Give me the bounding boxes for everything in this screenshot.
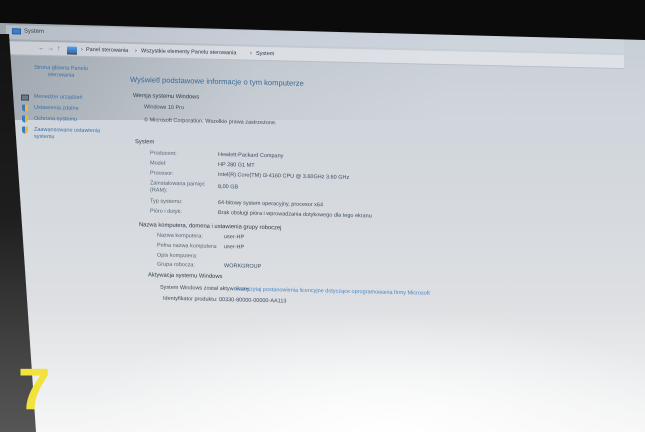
- ram-label: Zainstalowana pamięć (RAM):: [150, 180, 205, 194]
- breadcrumb-system[interactable]: System: [256, 51, 274, 58]
- manufacturer-label: Producent:: [150, 150, 177, 158]
- workgroup-label: Grupa robocza:: [157, 261, 195, 269]
- up-arrow-icon[interactable]: ↑: [57, 45, 61, 52]
- breadcrumb-separator: ›: [81, 46, 83, 53]
- system-type-label: Typ systemu:: [150, 198, 183, 206]
- sidebar-item-advanced-settings[interactable]: Zaawansowane ustawienia systemu: [34, 127, 114, 143]
- back-arrow-icon[interactable]: ←: [38, 45, 45, 52]
- breadcrumb-separator: ›: [250, 50, 252, 57]
- pen-touch-label: Pióro i dotyk:: [150, 208, 182, 216]
- sidebar: Strona główna Panelu sterowania Menedżer…: [21, 65, 100, 140]
- full-computer-name-value: user-HP: [224, 244, 245, 251]
- shield-icon: [22, 115, 28, 123]
- full-computer-name-label: Pełna nazwa komputera:: [157, 242, 218, 250]
- monitor-screen: System ← → ↑ › Panel sterowania › Wszyst…: [0, 23, 645, 432]
- forward-arrow-icon[interactable]: →: [47, 45, 54, 52]
- workgroup-value: WORKGROUP: [224, 263, 262, 270]
- license-terms-link[interactable]: Przeczytaj postanowienia licencyjne doty…: [236, 286, 430, 298]
- processor-label: Procesor:: [150, 170, 174, 177]
- processor-value: Intel(R) Core(TM) i3-4160 CPU @ 3.60GHz …: [218, 171, 350, 181]
- model-value: HP 280 G1 MT: [218, 161, 255, 169]
- computer-icon: [67, 46, 77, 55]
- photo-number-overlay: 7: [18, 357, 51, 422]
- window-title: System: [24, 28, 45, 35]
- ram-value: 8,00 GB: [218, 183, 239, 191]
- pen-touch-value: Brak obsługi pióra i wprowadzania dotyko…: [218, 209, 372, 220]
- breadcrumb-separator: ›: [135, 48, 137, 55]
- system-type-value: 64-bitowy system operacyjny, procesor x6…: [218, 199, 324, 209]
- sidebar-item-system-protection[interactable]: Ochrona systemu: [34, 116, 114, 125]
- computer-name-section-title: Nazwa komputera, domena i ustawienia gru…: [139, 222, 282, 232]
- system-window-icon: [12, 28, 21, 35]
- manufacturer-value: Hewlett-Packard Company: [218, 151, 284, 160]
- computer-name-value: user-HP: [224, 234, 245, 241]
- product-id: Identyfikator produktu: 00330-80000-0000…: [163, 295, 287, 305]
- system-section-title: System: [135, 139, 155, 146]
- shield-icon: [22, 104, 28, 112]
- page-title: Wyświetl podstawowe informacje o tym kom…: [130, 74, 304, 88]
- activation-section-title: Aktywacja systemu Windows: [148, 272, 223, 281]
- edition-section-title: Wersja systemu Windows: [133, 93, 200, 101]
- edition-name: Windows 10 Pro: [144, 104, 185, 112]
- sidebar-home-link[interactable]: Strona główna Panelu sterowania: [30, 65, 92, 81]
- device-manager-icon: [21, 94, 29, 101]
- edition-copyright: © Microsoft Corporation. Wszelkie prawa …: [144, 117, 277, 127]
- breadcrumb-control-panel[interactable]: Panel sterowania: [86, 47, 128, 55]
- computer-description-label: Opis komputera:: [157, 252, 198, 260]
- model-label: Model:: [150, 160, 167, 167]
- shield-icon: [22, 126, 28, 134]
- system-window: System ← → ↑ › Panel sterowania › Wszyst…: [0, 23, 630, 344]
- computer-name-label: Nazwa komputera:: [157, 232, 203, 240]
- sidebar-item-device-manager[interactable]: Menedżer urządzeń: [34, 94, 114, 103]
- sidebar-item-remote-settings[interactable]: Ustawienia zdalne: [34, 105, 114, 114]
